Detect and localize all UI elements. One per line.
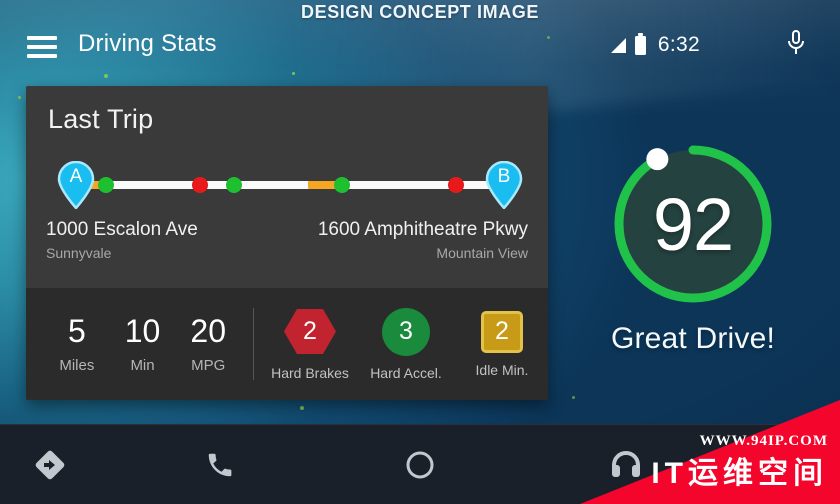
origin-street: 1000 Escalon Ave [46,219,198,240]
page-title: Driving Stats [78,30,217,57]
badge-label: Idle Min. [475,361,529,378]
drive-score-gauge: 92 [600,131,786,317]
trip-route-graphic: A B [48,160,526,210]
score-label: Great Drive! [610,322,776,355]
badge-hard-brakes: 2 Hard Brakes [264,308,356,381]
app-screen: DESIGN CONCEPT IMAGE Driving Stats 6:32 [0,0,840,504]
phone-icon [208,453,232,477]
last-trip-card[interactable]: Last Trip A B 1000 Escalon Ave Sunnyvale… [26,86,548,400]
route-start-letter: A [69,166,83,187]
stat-mpg: 20 MPG [175,315,241,374]
stat-value: 5 [67,312,86,349]
hamburger-line [27,36,57,40]
badge-idle-min: 2 Idle Min. [456,310,548,378]
stats-divider [253,308,254,380]
origin-address: 1000 Escalon Ave Sunnyvale [46,219,276,261]
stat-value: 20 [190,312,227,349]
destination-street: 1600 Amphitheatre Pkwy [317,219,528,240]
route-end-letter: B [497,166,511,187]
stat-min: 10 Min [110,315,176,374]
design-concept-banner: DESIGN CONCEPT IMAGE [300,2,540,22]
route-start-pin: A [56,160,96,210]
microphone-glyph [788,30,804,54]
top-app-bar: DESIGN CONCEPT IMAGE Driving Stats 6:32 [0,0,840,80]
status-indicators: 6:32 [610,32,700,57]
stat-miles: 5 Miles [44,315,110,374]
hamburger-line [27,54,57,58]
stat-value: 10 [124,312,161,349]
square-badge-shape: 2 [480,310,523,353]
circle-badge-shape: 3 [381,307,430,356]
microphone-icon[interactable] [785,30,807,56]
badge-label: Hard Brakes [271,364,349,381]
hexagon-badge-shape: 2 [283,308,336,355]
navigation-directions-icon [35,450,65,480]
badge-value: 2 [303,317,317,345]
route-marker-red [192,177,208,193]
badge-value: 2 [495,317,509,345]
destination-city: Mountain View [436,245,528,261]
nav-home-button[interactable] [392,445,448,485]
destination-address: 1600 Amphitheatre Pkwy Mountain View [298,219,528,261]
battery-full-icon [634,32,646,55]
home-circle-icon [406,451,434,479]
bottom-navigation-bar [0,424,840,504]
route-marker-green [334,177,350,193]
route-line [74,181,500,189]
hamburger-menu-icon[interactable] [27,36,57,58]
cellular-signal-icon [610,37,626,53]
status-clock: 6:32 [657,33,700,56]
route-marker-red [448,177,464,193]
nav-phone-button[interactable] [192,445,248,485]
stat-label: MPG [191,356,226,374]
trip-stats-strip: 5 Miles 10 Min 20 MPG 2 Hard Brakes 3 Ha… [26,288,548,400]
nav-media-button[interactable] [598,445,654,485]
badge-value: 3 [399,317,413,345]
stat-label: Min [130,356,155,374]
route-end-pin: B [484,160,524,210]
stat-label: Miles [59,356,95,374]
badge-hard-accel: 3 Hard Accel. [360,307,452,381]
hamburger-line [27,45,57,49]
nav-directions-button[interactable] [22,445,78,485]
badge-label: Hard Accel. [370,364,442,381]
route-marker-green [98,177,114,193]
origin-city: Sunnyvale [46,245,112,261]
score-value: 92 [652,182,734,266]
route-marker-green [226,177,242,193]
headphones-icon [612,451,640,477]
driving-event-badges: 2 Hard Brakes 3 Hard Accel. 2 Idle Min. [264,307,548,381]
card-title: Last Trip [48,104,154,134]
